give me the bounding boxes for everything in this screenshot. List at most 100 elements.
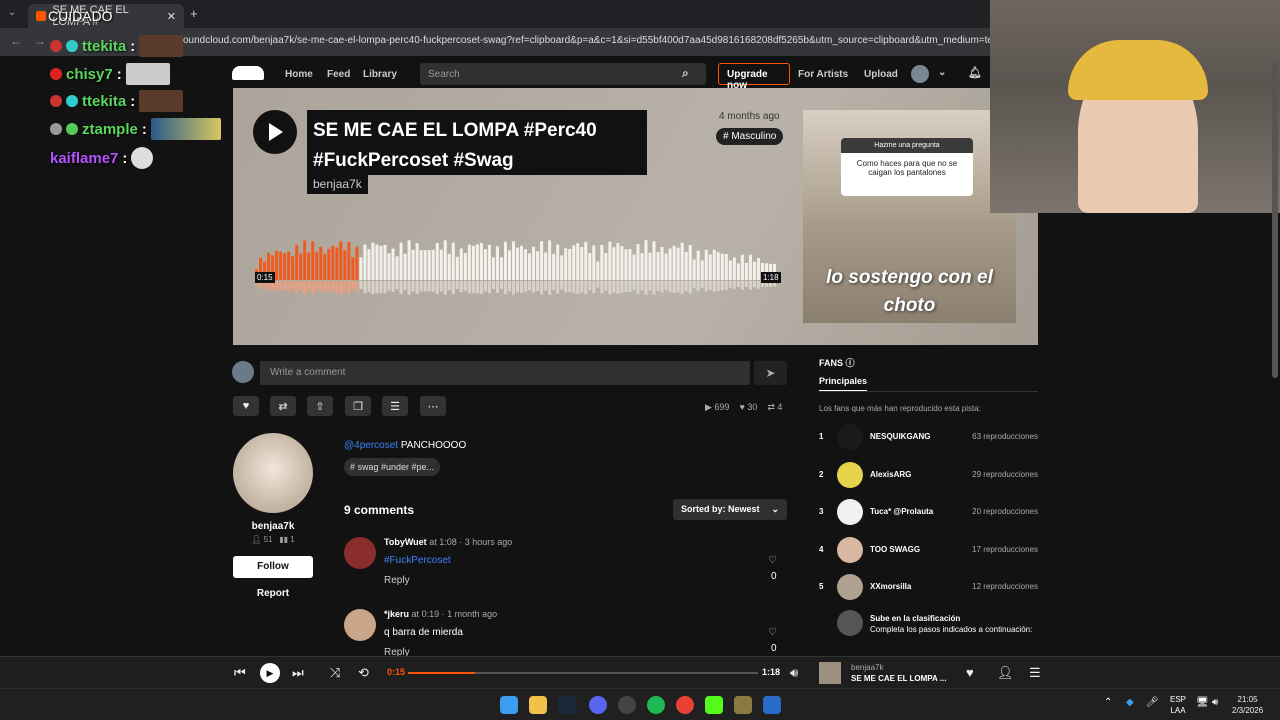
mention-link[interactable]: @4percoset [344,440,398,451]
upload-link[interactable]: Upload [864,69,898,80]
obs-icon[interactable] [618,696,636,714]
language-indicator[interactable]: ESP LAA [1170,694,1186,716]
fan-name[interactable]: Tuca* @Prolauta [870,507,933,516]
tags-chip[interactable]: # swag #under #pe... [344,458,441,476]
fan-row[interactable]: 4 TOO SWAGG 17 reproducciones [819,535,1038,565]
follow-user-icon[interactable]: 👤︎ [997,665,1014,681]
player-title[interactable]: SE ME CAE EL LOMPA ... [851,674,946,683]
comment-text[interactable]: #FuckPercoset [384,555,451,566]
more-button[interactable]: ⋯ [420,396,446,416]
speaker-icon[interactable]: 🔊︎ [1212,697,1218,708]
copy-link-button[interactable]: ❐ [345,396,371,416]
waveform-reflection [439,281,443,292]
nav-library[interactable]: Library [363,69,397,80]
fan-avatar[interactable] [837,574,863,600]
nav-home[interactable]: Home [285,69,313,80]
send-comment-button[interactable]: ➤ [754,361,787,385]
for-artists-link[interactable]: For Artists [798,69,848,80]
follow-button[interactable]: Follow [233,556,313,578]
shuffle-icon[interactable]: ⤨ [330,665,340,681]
share-button[interactable]: ⇧ [307,396,333,416]
heart-icon[interactable]: ♡ [768,555,777,566]
chevron-down-icon[interactable]: ⌄ [938,67,946,78]
scrollbar[interactable] [1272,60,1278,656]
network-icon[interactable]: 🖥︎ [1196,697,1209,708]
tray-app-icon[interactable]: ◆ [1126,697,1134,708]
fan-name[interactable]: NESQUIKGANG [870,432,930,441]
artist-name[interactable]: benjaa7k [233,521,313,532]
file-explorer-icon[interactable] [529,696,547,714]
user-avatar[interactable] [911,65,929,83]
player-play-button[interactable]: ▶ [260,663,280,683]
close-tab-icon[interactable]: ✕ [167,10,176,23]
scrollbar-thumb[interactable] [1272,60,1278,378]
heart-icon[interactable]: ♥ [966,665,974,680]
fan-avatar[interactable] [837,536,863,563]
player-artist[interactable]: benjaa7k [851,663,883,672]
heart-icon[interactable]: ♡ [768,627,777,638]
tab-list-icon[interactable]: ⌄ [8,7,16,18]
notepad-icon[interactable] [763,696,781,714]
fan-avatar[interactable] [837,499,863,525]
tray-chevron-icon[interactable]: ⌃ [1104,697,1112,708]
player-progress[interactable] [408,672,758,674]
nav-feed[interactable]: Feed [327,69,350,80]
play-button[interactable] [253,110,297,154]
search-input[interactable]: Search [420,63,706,85]
fan-row[interactable]: 2 AlexisARG 29 reproducciones [819,460,1038,490]
comment-timestamp[interactable]: 0:19 [422,609,440,619]
info-icon[interactable]: ⓘ [846,358,855,368]
forward-arrow-icon[interactable]: → [34,34,46,48]
waveform[interactable] [255,238,777,298]
notifications-bell-icon[interactable]: 🔔︎ [968,66,982,79]
sort-dropdown[interactable]: Sorted by: Newest ⌄ [673,499,787,520]
url-field[interactable]: soundcloud.com/benjaa7k/se-me-cae-el-lom… [178,35,990,46]
comment-user[interactable]: TobyWuet [384,537,427,547]
comment-avatar[interactable] [344,609,376,641]
genre-tag[interactable]: # Masculino [716,128,784,145]
upgrade-button[interactable]: Upgrade now [718,63,790,91]
start-menu-icon[interactable] [500,696,518,714]
comment-avatar[interactable] [344,537,376,569]
fan-name[interactable]: AlexisARG [870,470,911,479]
search-icon[interactable]: ⌕ [682,66,689,81]
fan-name[interactable]: TOO SWAGG [870,545,920,554]
repeat-icon[interactable]: ⟲ [358,665,369,681]
waveform-bar [584,242,588,280]
fan-avatar[interactable] [837,424,863,450]
queue-icon[interactable]: ☰ [1029,665,1041,681]
artist-avatar[interactable] [233,433,313,513]
comment-input[interactable]: Write a comment [260,361,750,385]
spotify-icon[interactable] [647,696,665,714]
reply-button[interactable]: Reply [384,575,410,586]
player-track-artwork[interactable] [819,662,841,684]
repost-button[interactable]: ⇄ [270,396,296,416]
system-clock[interactable]: 21:05 2/3/2026 [1232,694,1263,716]
add-to-playlist-button[interactable]: ☰ [382,396,408,416]
waveform-reflection [572,281,576,294]
soundcloud-logo-icon[interactable] [232,66,264,80]
fan-row[interactable]: 3 Tuca* @Prolauta 20 reproducciones [819,497,1038,527]
app-icon[interactable] [734,696,752,714]
playlist-icon: ☰ [390,400,400,413]
fans-tab-top[interactable]: Principales [819,376,868,392]
report-button[interactable]: Report [233,588,313,599]
like-button[interactable]: ♥ [233,396,259,416]
steam-icon[interactable] [558,696,576,714]
comment-timestamp[interactable]: 1:08 [439,537,457,547]
volume-icon[interactable]: 🔊︎ [790,665,798,681]
chrome-icon[interactable] [676,696,694,714]
fan-avatar[interactable] [837,461,863,488]
new-tab-icon[interactable]: + [190,6,198,21]
comment-user[interactable]: *jkeru [384,609,409,619]
fan-name[interactable]: XXmorsilla [870,582,911,591]
track-artist[interactable]: benjaa7k [307,174,368,194]
fan-row[interactable]: 5 XXmorsilla 12 reproducciones [819,572,1038,602]
previous-track-icon[interactable]: ⏮︎ [234,665,246,681]
kick-icon[interactable] [705,696,723,714]
back-arrow-icon[interactable]: ← [10,34,22,48]
fan-row[interactable]: 1 NESQUIKGANG 63 reproducciones [819,422,1038,452]
next-track-icon[interactable]: ⏭︎ [292,665,304,681]
discord-icon[interactable] [589,696,607,714]
microphone-icon[interactable]: 🎤︎ [1146,697,1159,708]
